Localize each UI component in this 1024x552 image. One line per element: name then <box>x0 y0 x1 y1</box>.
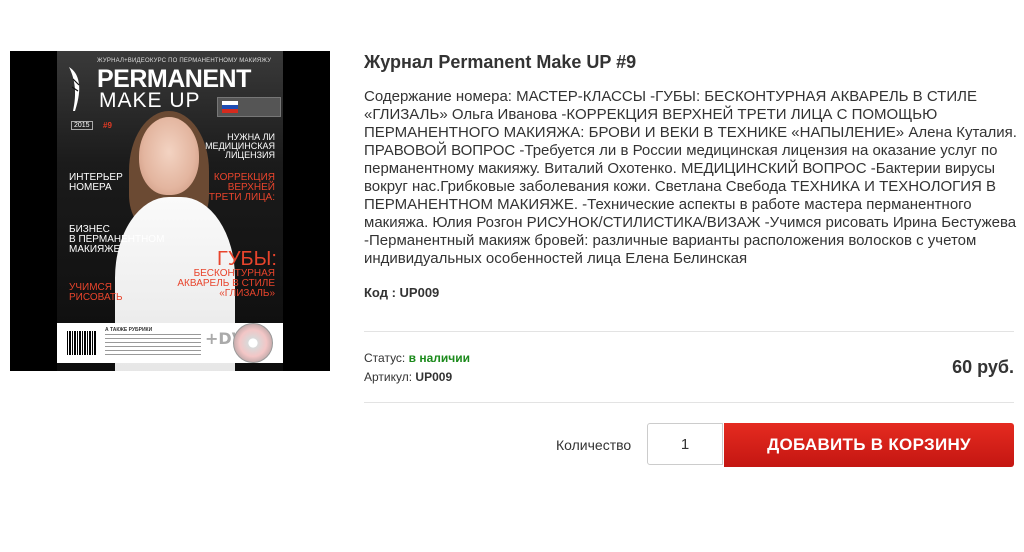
cover-subtitle: MAKE UP <box>99 89 201 112</box>
quill-logo-icon <box>69 67 80 111</box>
product-code: Код : UP009 <box>364 285 439 300</box>
quantity-input[interactable] <box>647 423 723 465</box>
product-page: ЖУРНАЛ+ВИДЕОКУРС ПО ПЕРМАНЕНТНОМУ МАКИЯЖ… <box>0 0 1024 552</box>
cover-headline-watercolor: БЕСКОНТУРНАЯ АКВАРЕЛЬ В СТИЛЕ «ГЛИЗАЛЬ» <box>177 268 275 299</box>
article-value: UP009 <box>415 370 453 384</box>
divider <box>364 402 1014 403</box>
product-image[interactable]: ЖУРНАЛ+ВИДЕОКУРС ПО ПЕРМАНЕНТНОМУ МАКИЯЖ… <box>10 51 330 371</box>
barcode-icon <box>67 331 97 355</box>
code-label: Код : <box>364 285 396 300</box>
cover-headline-correction: КОРРЕКЦИЯ ВЕРХНЕЙ ТРЕТИ ЛИЦА: <box>208 172 275 203</box>
cover-rubriki: А ТАКЖЕ РУБРИКИ <box>105 327 153 333</box>
product-description: Содержание номера: МАСТЕР-КЛАССЫ -ГУБЫ: … <box>364 88 1017 267</box>
cover-headline-license: НУЖНА ЛИ МЕДИЦИНСКАЯ ЛИЦЕНЗИЯ <box>205 132 275 160</box>
cover-headline-drawing: УЧИМСЯ РИСОВАТЬ <box>69 282 123 303</box>
product-price: 60 руб. <box>952 357 1014 377</box>
article-number: Артикул: UP009 <box>364 370 452 384</box>
cover-bottom-strip: А ТАКЖЕ РУБРИКИ +DVD <box>57 323 283 363</box>
status-badge: в наличии <box>408 351 470 365</box>
magazine-cover: ЖУРНАЛ+ВИДЕОКУРС ПО ПЕРМАНЕНТНОМУ МАКИЯЖ… <box>57 51 283 371</box>
status-label: Статус: <box>364 351 406 365</box>
divider <box>364 331 1014 332</box>
cover-issue: #9 <box>103 121 112 130</box>
cover-headline-business: БИЗНЕС В ПЕРМАНЕНТНОМ МАКИЯЖЕ <box>69 224 165 255</box>
add-to-cart-button[interactable]: ДОБАВИТЬ В КОРЗИНУ <box>724 423 1014 467</box>
code-value: UP009 <box>399 285 440 300</box>
product-title: Журнал Permanent Make UP #9 <box>364 52 637 72</box>
article-label: Артикул: <box>364 370 413 384</box>
dvd-disc-icon <box>233 323 273 363</box>
cover-headline-interior: ИНТЕРЬЕР НОМЕРА <box>69 172 123 193</box>
cover-year: 2015 <box>71 121 93 130</box>
quantity-label: Количество <box>556 437 632 453</box>
cover-headline-lips: ГУБЫ: <box>217 248 277 270</box>
stock-status: Статус: в наличии <box>364 351 470 365</box>
cover-topline: ЖУРНАЛ+ВИДЕОКУРС ПО ПЕРМАНЕНТНОМУ МАКИЯЖ… <box>97 58 272 64</box>
